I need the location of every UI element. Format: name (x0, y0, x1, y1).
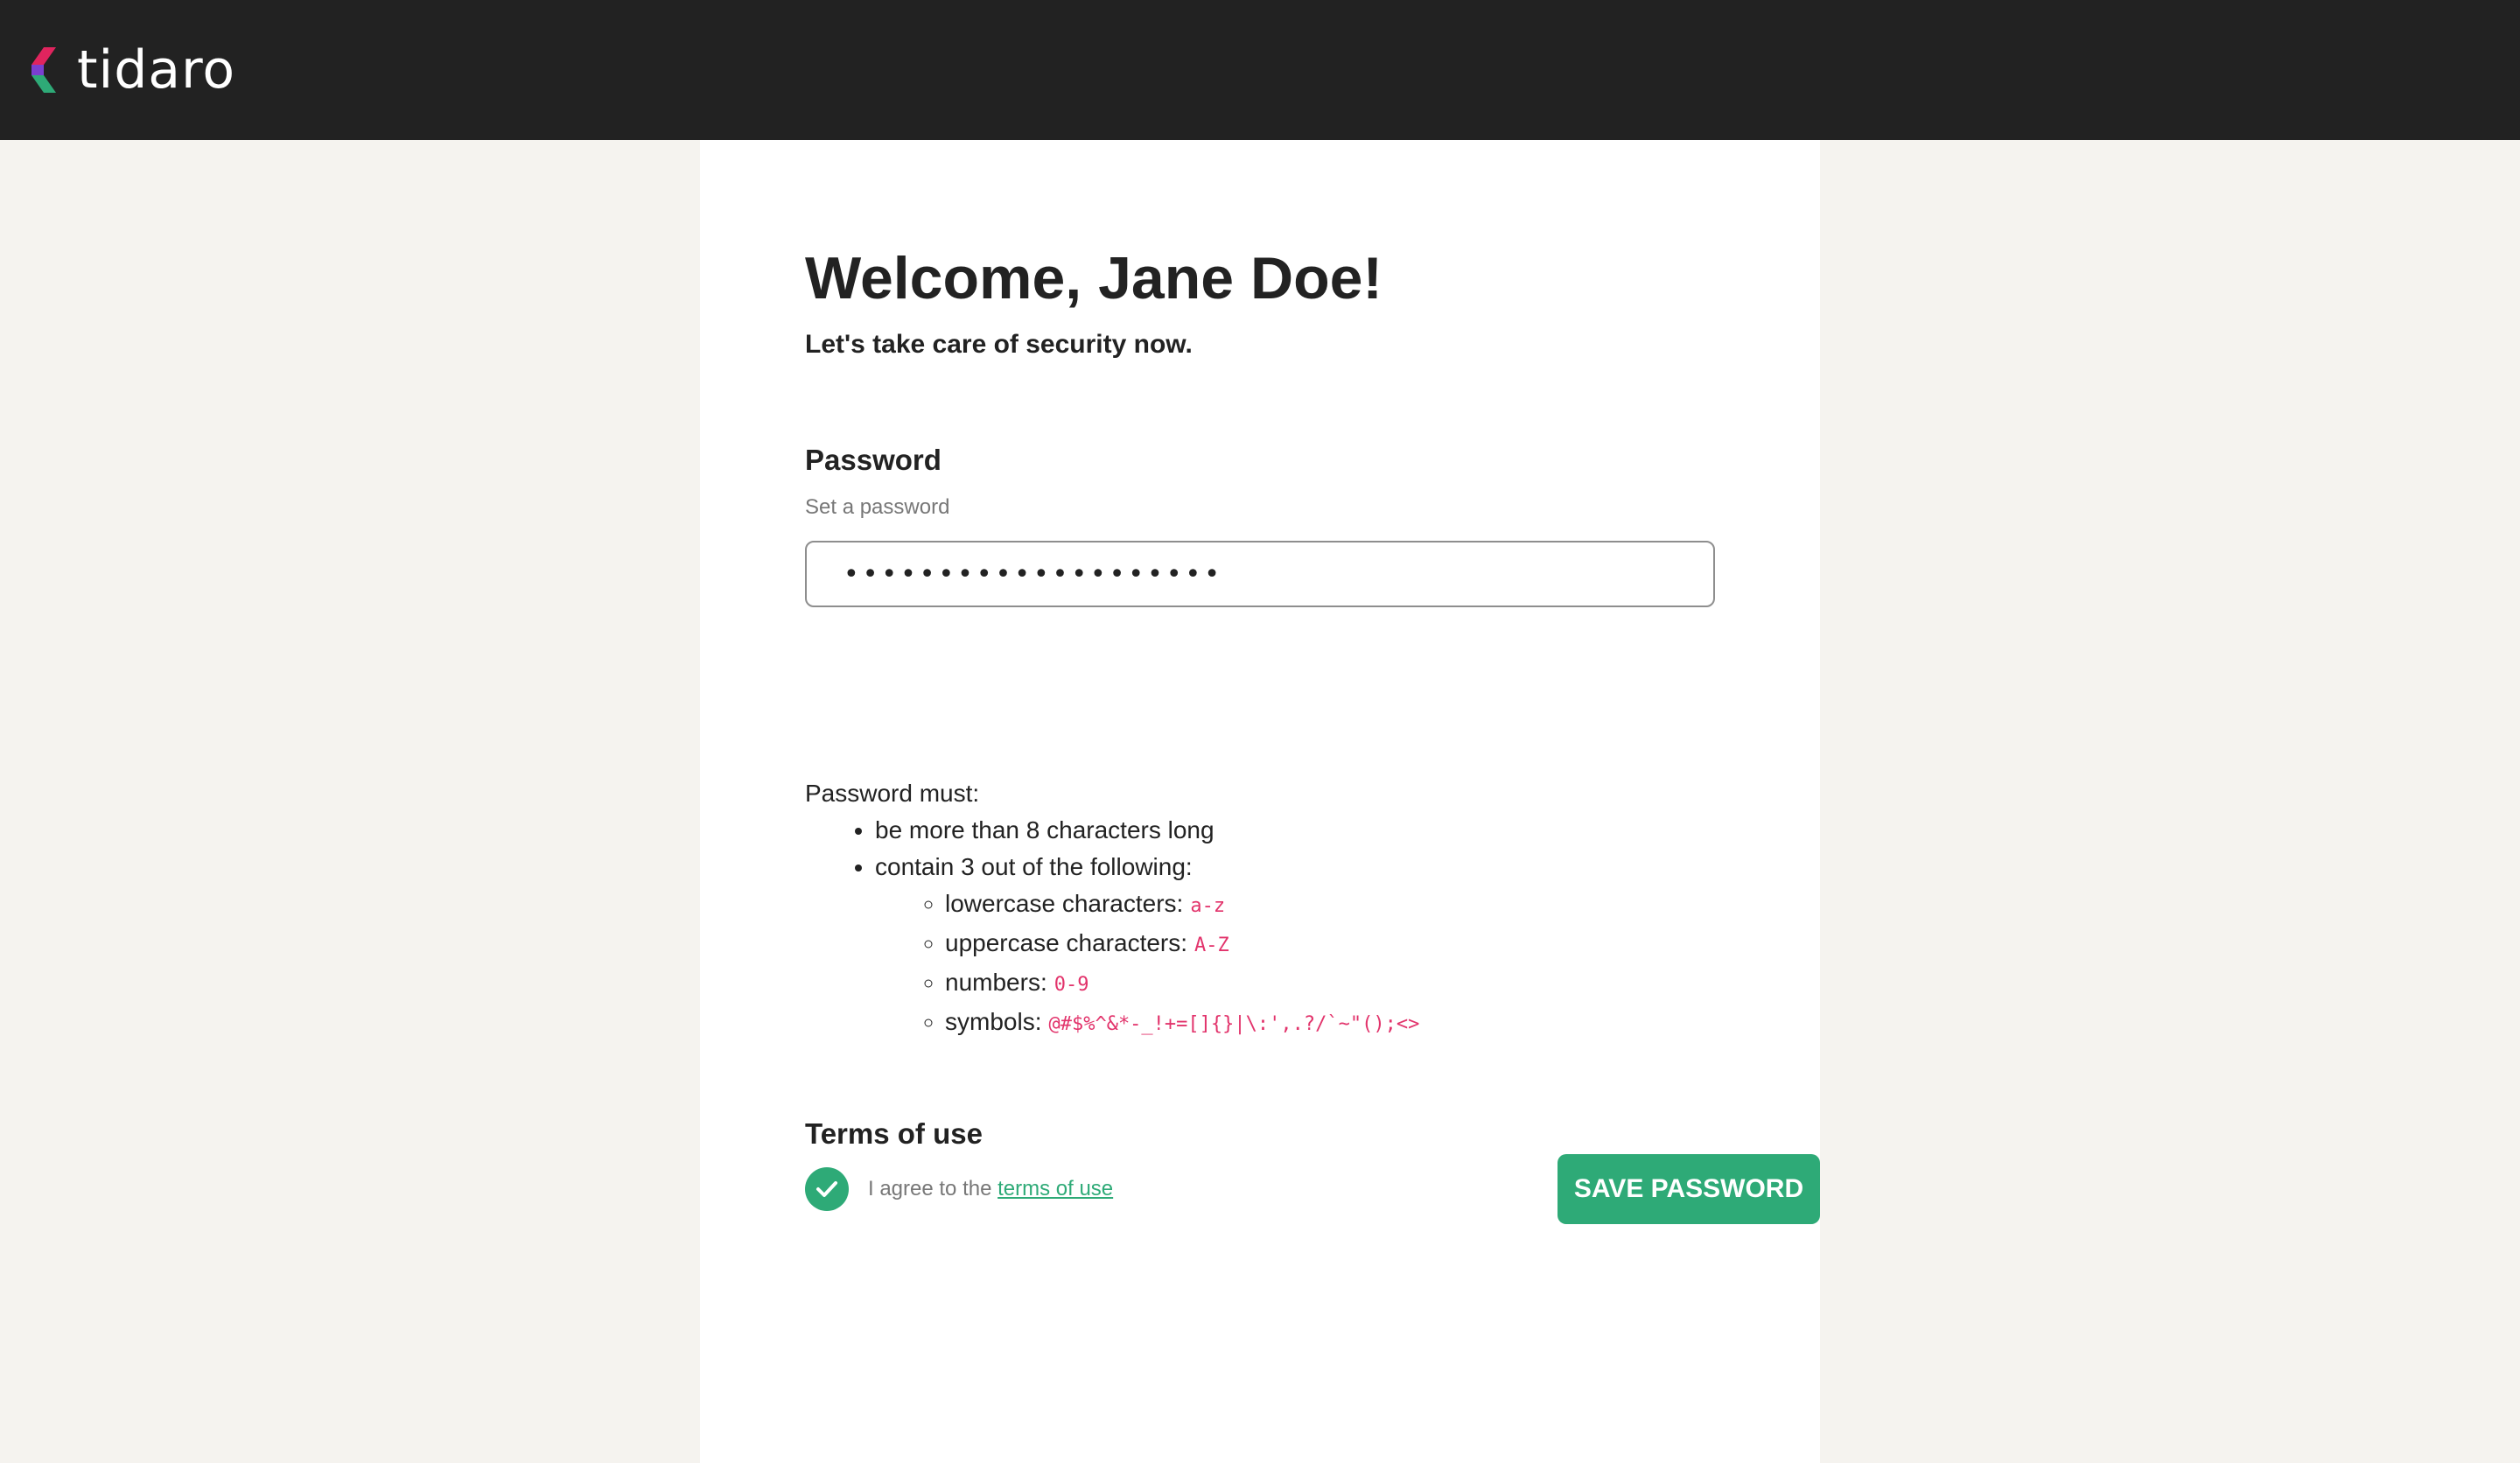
terms-label: Terms of use (805, 1117, 983, 1150)
terms-of-use-link[interactable]: terms of use (998, 1177, 1113, 1200)
rule-lowercase-example: a-z (1190, 895, 1226, 917)
rules-list: be more than 8 characters long contain 3… (805, 812, 1419, 1043)
rule-numbers: numbers:0-9 (945, 964, 1419, 1004)
tidaro-logo-icon (32, 47, 56, 93)
rule-uppercase: uppercase characters:A-Z (945, 925, 1419, 964)
password-label: Password (805, 444, 942, 476)
password-rules: Password must: be more than 8 characters… (805, 775, 1419, 1043)
rule-length: be more than 8 characters long (875, 812, 1419, 849)
terms-agreement-text: I agree to the terms of use (868, 1177, 1114, 1200)
password-help-text: Set a password (805, 495, 950, 519)
terms-agreement: I agree to the terms of use (805, 1167, 1113, 1211)
page-title: Welcome, Jane Doe! (805, 245, 1383, 312)
rule-contain: contain 3 out of the following: lowercas… (875, 849, 1419, 1043)
password-setup-card: Welcome, Jane Doe! Let's take care of se… (700, 140, 1820, 1463)
save-password-button[interactable]: SAVE PASSWORD (1558, 1154, 1820, 1224)
top-bar: tidaro (0, 0, 2520, 140)
terms-checkbox[interactable] (805, 1167, 849, 1211)
character-class-list: lowercase characters:a-z uppercase chara… (875, 886, 1419, 1043)
tidaro-logo[interactable]: tidaro (28, 38, 235, 102)
rule-symbols: symbols:@#$%^&*-_!+=[]{}|\:',.?/`~"();<> (945, 1004, 1419, 1043)
password-input[interactable] (805, 541, 1715, 607)
page-subtitle: Let's take care of security now. (805, 330, 1193, 359)
rule-numbers-example: 0-9 (1054, 974, 1089, 996)
rule-symbols-example: @#$%^&*-_!+=[]{}|\:',.?/`~"();<> (1048, 1013, 1420, 1035)
brand-name: tidaro (77, 39, 236, 101)
rule-uppercase-example: A-Z (1194, 934, 1229, 956)
checkmark-icon (816, 1181, 837, 1197)
rule-lowercase: lowercase characters:a-z (945, 886, 1419, 925)
rules-intro: Password must: (805, 780, 980, 807)
